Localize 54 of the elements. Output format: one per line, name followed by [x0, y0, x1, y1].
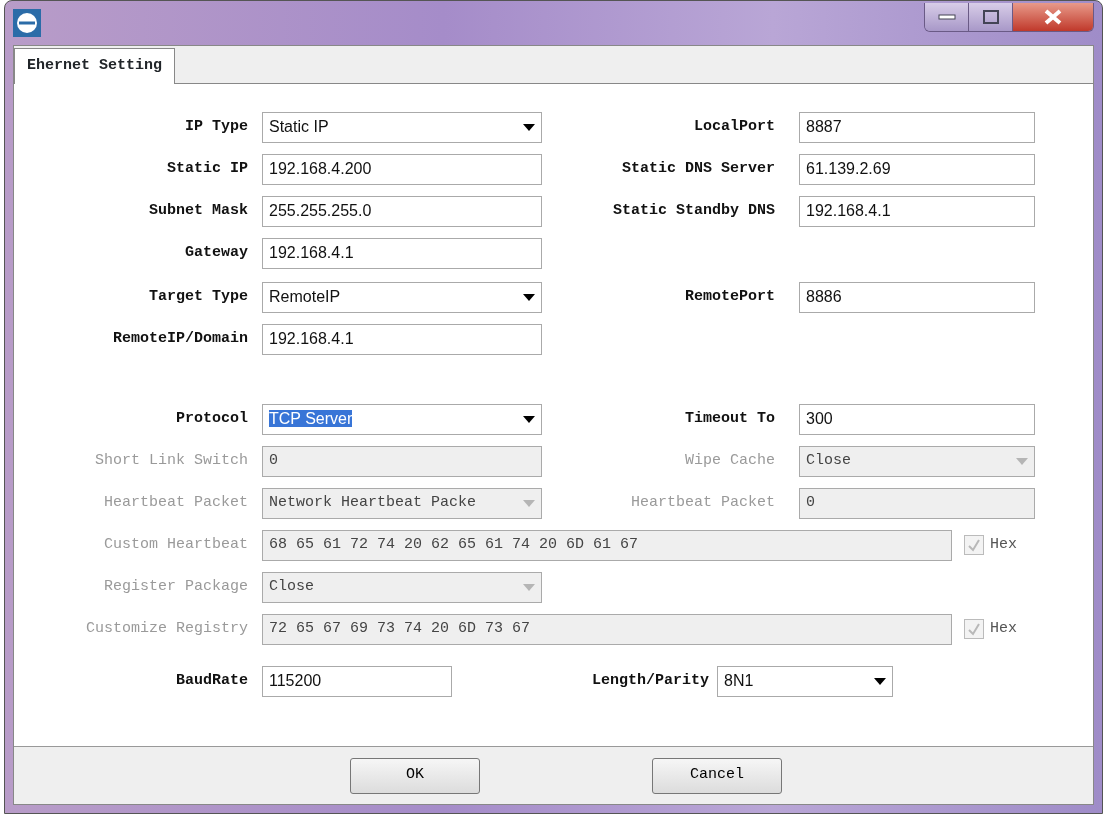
- caret-icon: [523, 293, 535, 301]
- field-label: Register Package: [102, 576, 248, 597]
- field-label: IP Type: [184, 116, 248, 137]
- field-label: LocalPort: [693, 116, 775, 137]
- field-label: RemoteIP/Domain: [111, 328, 248, 349]
- input-field[interactable]: 192.168.4.1: [262, 237, 542, 269]
- tab[interactable]: Ehernet Setting: [14, 48, 176, 84]
- ok-button[interactable]: OK: [350, 757, 480, 794]
- input-field[interactable]: 8886: [799, 281, 1035, 313]
- minimize-button[interactable]: [925, 3, 969, 31]
- input-field[interactable]: 115200: [262, 665, 452, 697]
- field-label: Static DNS Server: [620, 158, 775, 179]
- dropdown[interactable]: RemoteIP: [262, 281, 542, 313]
- caret-icon: [523, 415, 535, 423]
- field-label: Gateway: [184, 242, 248, 263]
- field-label: Short Link Switch: [93, 450, 248, 471]
- checkbox-label: Hex: [990, 534, 1017, 555]
- maximize-icon: [982, 10, 999, 24]
- field-label: Target Type: [147, 286, 248, 307]
- dropdown[interactable]: TCP Server: [262, 403, 542, 435]
- caret-icon: [523, 499, 535, 507]
- dropdown[interactable]: 8N1: [717, 665, 893, 697]
- field-label: Timeout To: [684, 408, 775, 429]
- input-field[interactable]: 300: [799, 403, 1035, 435]
- checkbox-label: Hex: [990, 618, 1017, 639]
- caret-icon: [523, 583, 535, 591]
- input-field[interactable]: 61.139.2.69: [799, 153, 1035, 185]
- maximize-button[interactable]: [969, 3, 1013, 31]
- close-button[interactable]: [1013, 3, 1093, 31]
- field-label: Static Standby DNS: [611, 200, 775, 221]
- field-label: Heartbeat Packet: [629, 492, 775, 513]
- input-field[interactable]: 192.168.4.1: [262, 323, 542, 355]
- cancel-button[interactable]: Cancel: [652, 757, 782, 794]
- caret-icon: [874, 677, 886, 685]
- field-label: Custom Heartbeat: [102, 534, 248, 555]
- input-field[interactable]: 192.168.4.200: [262, 153, 542, 185]
- field-label: Wipe Cache: [684, 450, 775, 471]
- caret-icon: [1016, 457, 1028, 465]
- input-field[interactable]: 255.255.255.0: [262, 195, 542, 227]
- field-label: Length/Parity: [590, 670, 709, 691]
- app-icon: [13, 9, 41, 37]
- field-label: RemotePort: [684, 286, 775, 307]
- minimize-icon: [937, 13, 956, 21]
- field-label: BaudRate: [175, 670, 248, 691]
- field-label: Protocol: [175, 408, 248, 429]
- caret-icon: [523, 123, 535, 131]
- close-icon: [1043, 9, 1063, 25]
- field-label: Customize Registry: [84, 618, 248, 639]
- field-label: Heartbeat Packet: [102, 492, 248, 513]
- dropdown[interactable]: Static IP: [262, 111, 542, 143]
- field-label: Static IP: [166, 158, 248, 179]
- field-label: Subnet Mask: [147, 200, 248, 221]
- input-field[interactable]: 8887: [799, 111, 1035, 143]
- input-field[interactable]: 192.168.4.1: [799, 195, 1035, 227]
